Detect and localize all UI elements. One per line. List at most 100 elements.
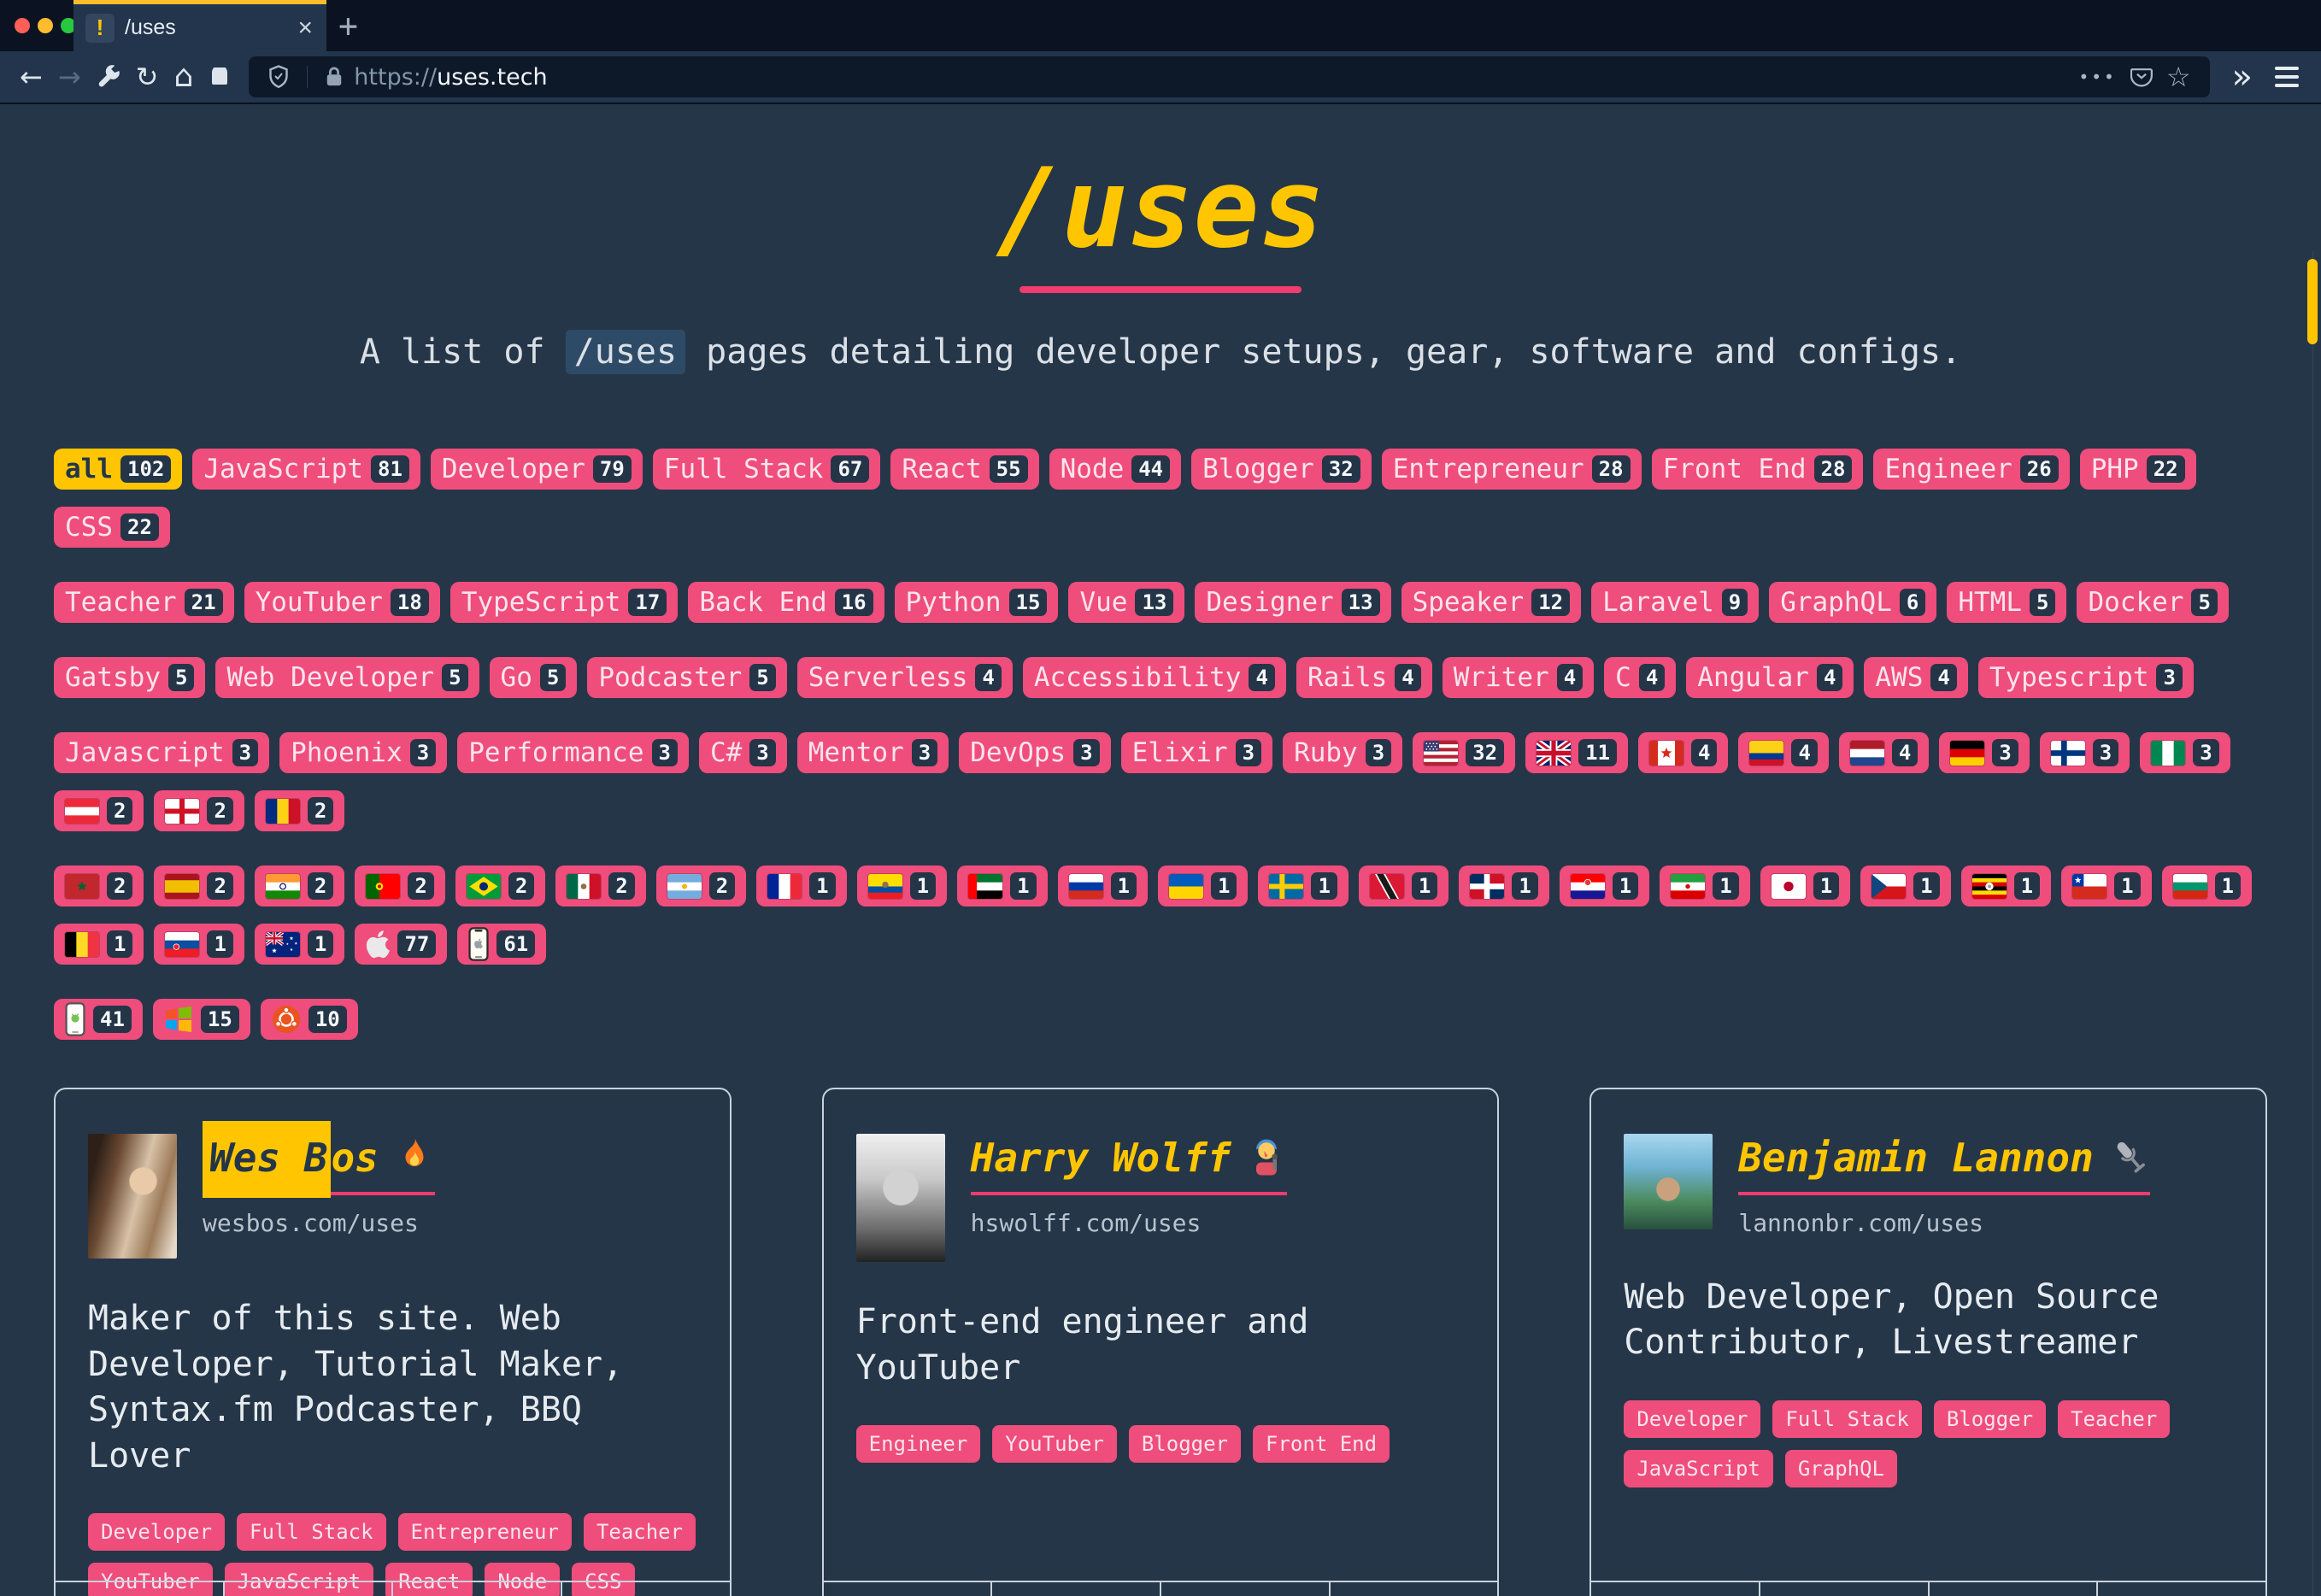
filter-pill-trinidad-tobago-flag-icon[interactable]: 1	[1359, 865, 1448, 907]
filter-pill-russia-flag-icon[interactable]: 1	[1058, 865, 1148, 907]
filter-pill-serverless[interactable]: Serverless4	[797, 657, 1013, 698]
filter-pill-morocco-flag-icon[interactable]: 2	[54, 865, 144, 907]
wes-bos-link[interactable]: Wes Bos	[203, 1134, 435, 1195]
filter-pill-accessibility[interactable]: Accessibility4	[1023, 657, 1286, 698]
filter-pill-czech-flag-icon[interactable]: 1	[1860, 865, 1950, 907]
filter-pill-england-flag-icon[interactable]: 2	[154, 790, 244, 831]
filter-pill-full-stack[interactable]: Full Stack67	[653, 449, 881, 490]
pocket-icon[interactable]	[2130, 66, 2153, 88]
filter-pill-entrepreneur[interactable]: Entrepreneur28	[1382, 449, 1642, 490]
filter-pill-france-flag-icon[interactable]: 1	[756, 865, 846, 907]
filter-pill-australia-flag-icon[interactable]: 1	[255, 924, 344, 965]
filter-pill-developer[interactable]: Developer79	[431, 449, 643, 490]
filter-pill-austria-flag-icon[interactable]: 2	[54, 790, 144, 831]
filter-pill-mentor[interactable]: Mentor3	[797, 732, 949, 773]
hamburger-menu-icon[interactable]	[2275, 67, 2299, 87]
filter-pill-blogger[interactable]: Blogger32	[1191, 449, 1372, 490]
filter-pill-uganda-flag-icon[interactable]: 1	[1961, 865, 2051, 907]
filter-pill-finland-flag-icon[interactable]: 3	[2040, 732, 2130, 773]
filter-pill-elixir[interactable]: Elixir3	[1121, 732, 1272, 773]
filter-pill-uk-flag-icon[interactable]: 11	[1525, 732, 1628, 773]
filter-pill-belgium-flag-icon[interactable]: 1	[54, 924, 144, 965]
filter-pill-c[interactable]: C#3	[699, 732, 787, 773]
filter-pill-apple-logo-icon[interactable]: 77	[355, 924, 447, 965]
filter-pill-php[interactable]: PHP22	[2080, 449, 2196, 490]
harry-wolff-link[interactable]: Harry Wolff	[971, 1134, 1288, 1195]
filter-pill-colombia-flag-icon[interactable]: 4	[1738, 732, 1828, 773]
new-tab-button[interactable]: +	[338, 5, 358, 46]
filter-pill-c[interactable]: C4	[1604, 657, 1676, 698]
filter-pill-go[interactable]: Go5	[490, 657, 578, 698]
filter-pill-javascript[interactable]: Javascript3	[54, 732, 269, 773]
filter-pill-front-end[interactable]: Front End28	[1652, 449, 1864, 490]
overflow-menu-icon[interactable]: »	[2232, 60, 2253, 94]
filter-pill-docker[interactable]: Docker5	[2077, 582, 2228, 623]
window-minimize-button[interactable]	[38, 18, 53, 33]
filter-pill-germany-flag-icon[interactable]: 3	[1939, 732, 2029, 773]
filter-pill-ecuador-flag-icon[interactable]: 1	[857, 865, 947, 907]
filter-pill-android-phone-icon[interactable]: 41	[54, 999, 143, 1040]
filter-pill-nigeria-flag-icon[interactable]: 3	[2140, 732, 2230, 773]
filter-pill-node[interactable]: Node44	[1049, 449, 1182, 490]
reload-icon[interactable]: ↻	[136, 63, 159, 91]
filter-pill-canada-flag-icon[interactable]: 4	[1638, 732, 1728, 773]
filter-pill-teacher[interactable]: Teacher21	[54, 582, 234, 623]
filter-pill-aws[interactable]: AWS4	[1864, 657, 1967, 698]
filter-pill-bulgaria-flag-icon[interactable]: 1	[2162, 865, 2252, 907]
filter-pill-writer[interactable]: Writer4	[1443, 657, 1594, 698]
filter-pill-react[interactable]: React55	[890, 449, 1038, 490]
forward-icon[interactable]: →	[58, 63, 81, 91]
filter-pill-brazil-flag-icon[interactable]: 2	[455, 865, 545, 907]
bookmark-star-icon[interactable]: ☆	[2166, 61, 2191, 93]
filter-pill-sweden-flag-icon[interactable]: 1	[1258, 865, 1348, 907]
filter-pill-netherlands-flag-icon[interactable]: 4	[1839, 732, 1929, 773]
filter-pill-ukraine-flag-icon[interactable]: 1	[1158, 865, 1248, 907]
filter-pill-all[interactable]: all102	[54, 449, 182, 490]
filter-pill-japan-flag-icon[interactable]: 1	[1760, 865, 1850, 907]
filter-pill-uae-flag-icon[interactable]: 1	[957, 865, 1047, 907]
filter-pill-iran-flag-icon[interactable]: 1	[1660, 865, 1749, 907]
filter-pill-typescript[interactable]: TypeScript17	[450, 582, 679, 623]
browser-tab[interactable]: ! /uses ×	[73, 0, 326, 51]
filter-pill-ubuntu-logo-icon[interactable]: 10	[261, 999, 358, 1040]
filter-pill-designer[interactable]: Designer13	[1195, 582, 1390, 623]
filter-pill-html[interactable]: HTML5	[1947, 582, 2066, 623]
filter-pill-ruby[interactable]: Ruby3	[1283, 732, 1402, 773]
filter-pill-croatia-flag-icon[interactable]: 1	[1560, 865, 1649, 907]
filter-pill-phoenix[interactable]: Phoenix3	[279, 732, 447, 773]
filter-pill-devops[interactable]: DevOps3	[959, 732, 1110, 773]
filter-pill-speaker[interactable]: Speaker12	[1401, 582, 1582, 623]
filter-pill-mexico-flag-icon[interactable]: 2	[555, 865, 645, 907]
back-icon[interactable]: ←	[20, 63, 43, 91]
filter-pill-us-flag-icon[interactable]: 32	[1413, 732, 1515, 773]
tab-close-icon[interactable]: ×	[296, 15, 314, 41]
benjamin-lannon-link[interactable]: Benjamin Lannon	[1738, 1134, 2149, 1195]
window-close-button[interactable]	[15, 18, 30, 33]
sidebar-icon[interactable]	[209, 67, 231, 86]
filter-pill-javascript[interactable]: JavaScript81	[192, 449, 420, 490]
filter-pill-css[interactable]: CSS22	[54, 507, 170, 548]
filter-pill-performance[interactable]: Performance3	[457, 732, 689, 773]
filter-pill-angular[interactable]: Angular4	[1686, 657, 1854, 698]
filter-pill-argentina-flag-icon[interactable]: 2	[656, 865, 746, 907]
filter-pill-gatsby[interactable]: Gatsby5	[54, 657, 205, 698]
scrollbar-thumb[interactable]	[2307, 259, 2318, 344]
lock-icon[interactable]	[325, 66, 344, 88]
filter-pill-portugal-flag-icon[interactable]: 2	[355, 865, 444, 907]
filter-pill-india-flag-icon[interactable]: 2	[255, 865, 344, 907]
filter-pill-slovakia-flag-icon[interactable]: 1	[154, 924, 244, 965]
wrench-icon[interactable]	[97, 65, 120, 89]
filter-pill-laravel[interactable]: Laravel9	[1591, 582, 1759, 623]
filter-pill-vue[interactable]: Vue13	[1068, 582, 1184, 623]
filter-pill-youtuber[interactable]: YouTuber18	[244, 582, 440, 623]
filter-pill-web-developer[interactable]: Web Developer5	[215, 657, 479, 698]
filter-pill-chile-flag-icon[interactable]: 1	[2061, 865, 2151, 907]
filter-pill-rails[interactable]: Rails4	[1296, 657, 1432, 698]
filter-pill-spain-flag-icon[interactable]: 2	[154, 865, 244, 907]
page-actions-icon[interactable]: •••	[2078, 67, 2116, 87]
filter-pill-typescript[interactable]: Typescript3	[1978, 657, 2194, 698]
filter-pill-dominican-republic-flag-icon[interactable]: 1	[1459, 865, 1548, 907]
filter-pill-iphone-icon[interactable]: 61	[457, 924, 546, 965]
home-icon[interactable]: ⌂	[173, 62, 193, 92]
filter-pill-graphql[interactable]: GraphQL6	[1769, 582, 1936, 623]
